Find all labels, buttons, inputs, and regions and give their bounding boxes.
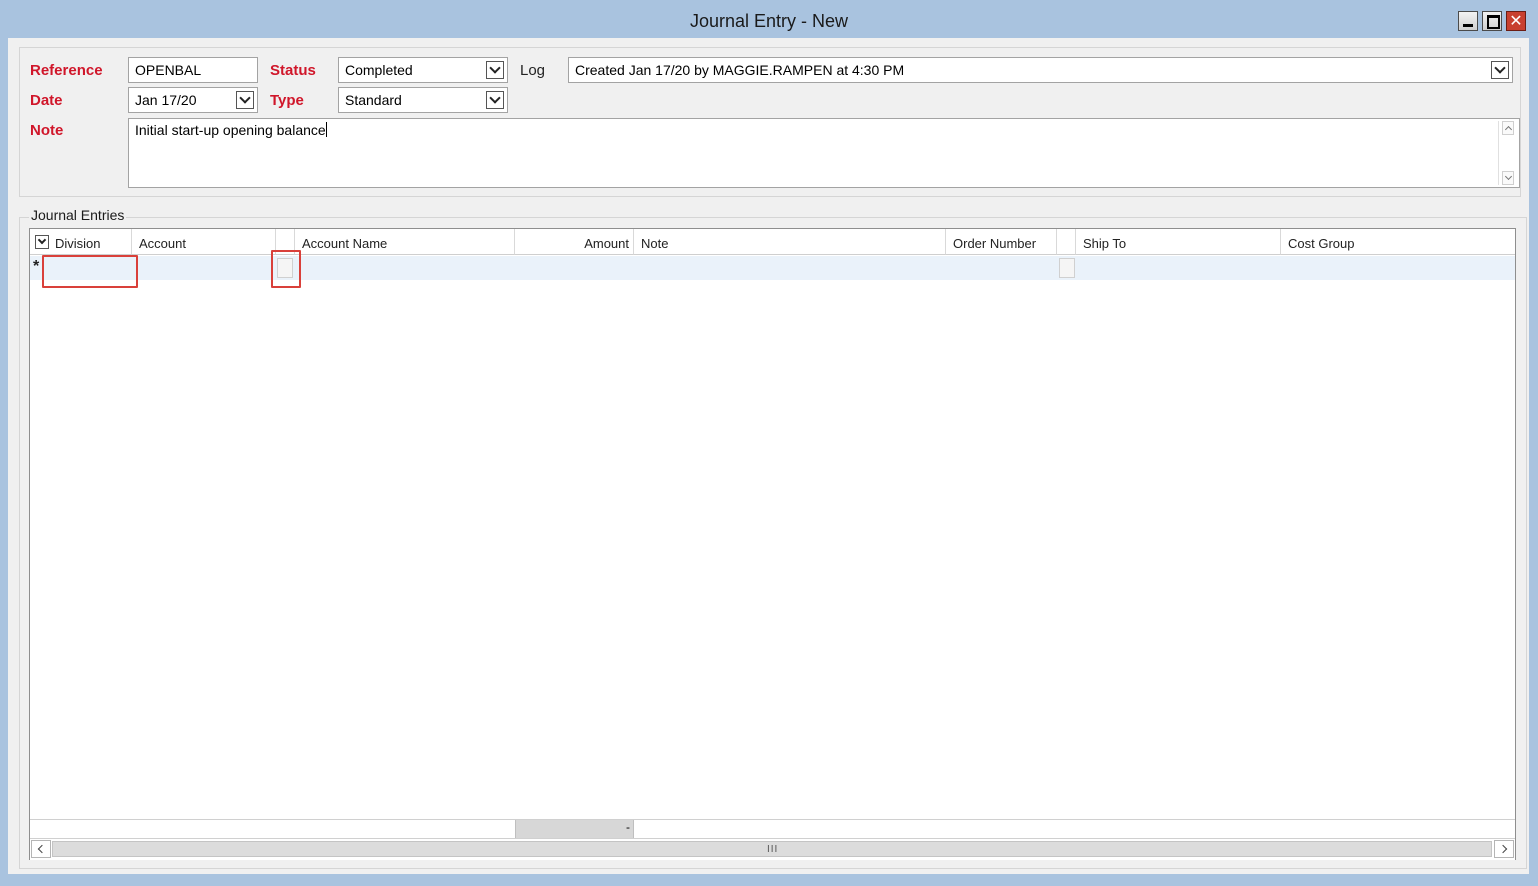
journal-entries-group: Journal Entries Division Account Account… (19, 207, 1527, 869)
date-value: Jan 17/20 (135, 92, 197, 108)
title-bar: Journal Entry - New ✕ (0, 0, 1538, 38)
grid-header: Division Account Account Name Amount Not… (30, 229, 1515, 255)
type-value: Standard (345, 92, 402, 108)
type-select[interactable]: Standard (338, 87, 508, 113)
order-lookup-button[interactable] (1059, 258, 1075, 278)
text-caret (325, 122, 327, 137)
chevron-down-icon (1494, 62, 1506, 74)
note-textarea[interactable]: Initial start-up opening balance (128, 118, 1520, 188)
new-row-marker: * (33, 258, 40, 275)
column-header-amount[interactable]: Amount (515, 229, 634, 255)
date-picker[interactable]: Jan 17/20 (128, 87, 258, 113)
scroll-right-icon[interactable] (1494, 840, 1514, 858)
note-value: Initial start-up opening balance (135, 122, 326, 138)
note-label: Note (30, 122, 64, 139)
column-chooser-button[interactable] (35, 235, 49, 249)
type-dropdown-button[interactable] (486, 91, 504, 109)
chevron-down-icon (489, 62, 501, 74)
scroll-thumb[interactable]: III (52, 841, 1492, 857)
column-header-division[interactable]: Division (30, 229, 132, 255)
column-header-account[interactable]: Account (132, 229, 276, 255)
status-value: Completed (345, 62, 413, 78)
header-panel: Reference OPENBAL Status Completed Log C… (19, 47, 1521, 197)
log-label: Log (520, 62, 546, 79)
log-dropdown-button[interactable] (1491, 61, 1509, 79)
reference-input[interactable]: OPENBAL (128, 57, 258, 83)
column-header-ship-to[interactable]: Ship To (1076, 229, 1281, 255)
grid-summary-row: - (30, 819, 1515, 838)
minimize-icon (1463, 24, 1473, 27)
chevron-down-icon (239, 92, 251, 104)
column-header-order-lookup[interactable] (1057, 229, 1076, 255)
scroll-down-icon[interactable] (1502, 171, 1514, 185)
horizontal-scrollbar[interactable]: III (30, 838, 1515, 860)
scroll-left-icon[interactable] (31, 840, 51, 858)
column-header-cost-group[interactable]: Cost Group (1281, 229, 1515, 255)
chevron-down-icon (489, 92, 501, 104)
journal-entries-grid: Division Account Account Name Amount Not… (29, 228, 1516, 860)
column-header-note[interactable]: Note (634, 229, 946, 255)
close-icon: ✕ (1509, 13, 1523, 30)
status-dropdown-button[interactable] (486, 61, 504, 79)
window-client: Reference OPENBAL Status Completed Log C… (8, 38, 1529, 874)
log-value: Created Jan 17/20 by MAGGIE.RAMPEN at 4:… (575, 62, 905, 78)
minimize-button[interactable] (1458, 11, 1478, 31)
scroll-up-icon[interactable] (1502, 121, 1514, 135)
date-label: Date (30, 92, 63, 109)
window-title: Journal Entry - New (689, 11, 849, 31)
chevron-down-icon (37, 235, 47, 245)
maximize-button[interactable] (1482, 11, 1502, 31)
close-button[interactable]: ✕ (1506, 11, 1526, 31)
scroll-grip: III (767, 844, 779, 855)
column-header-division-label: Division (55, 236, 101, 251)
new-entry-row[interactable]: * (30, 256, 1515, 280)
note-scrollbar[interactable] (1498, 121, 1517, 185)
journal-entries-title: Journal Entries (29, 207, 127, 223)
account-lookup-highlight[interactable] (271, 250, 301, 288)
log-select[interactable]: Created Jan 17/20 by MAGGIE.RAMPEN at 4:… (568, 57, 1513, 83)
amount-total-cell: - (515, 820, 634, 838)
column-header-order-number[interactable]: Order Number (946, 229, 1057, 255)
type-label: Type (270, 92, 304, 109)
status-select[interactable]: Completed (338, 57, 508, 83)
reference-label: Reference (30, 62, 103, 79)
maximize-icon (1487, 15, 1500, 29)
division-cell-highlight[interactable] (42, 255, 138, 288)
status-label: Status (270, 62, 316, 79)
date-dropdown-button[interactable] (236, 91, 254, 109)
column-header-account-name[interactable]: Account Name (295, 229, 515, 255)
